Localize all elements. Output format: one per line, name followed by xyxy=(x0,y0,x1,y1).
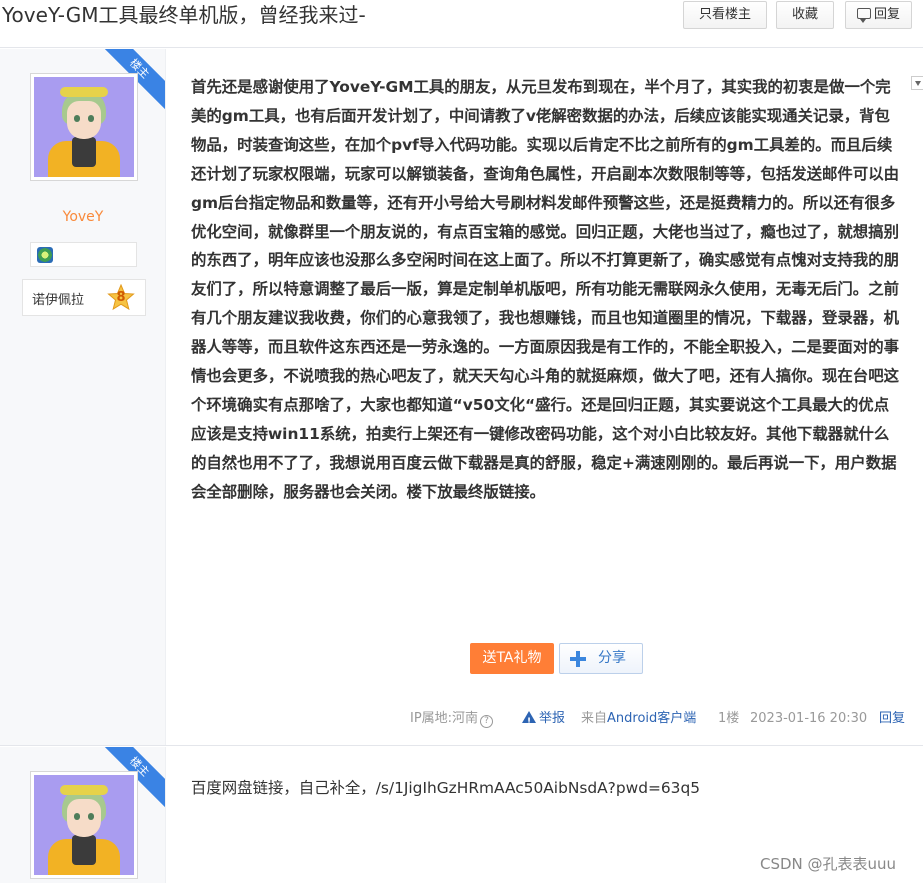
avatar[interactable] xyxy=(30,73,138,181)
post-source: 来自Android客户端 xyxy=(581,711,697,726)
rank-label: 诺伊佩拉 xyxy=(32,293,85,308)
report-link[interactable]: 举报 xyxy=(522,709,565,732)
comment-icon xyxy=(856,8,871,23)
author-panel: 楼主 xyxy=(0,747,166,883)
reply-button[interactable]: 回复 xyxy=(845,1,912,29)
thread-title: YoveY-GM工具最终单机版，曾经我来过- xyxy=(2,3,366,27)
share-plus-icon xyxy=(570,651,586,667)
post-floor-1: 楼主 YoveY 诺伊佩拉 8 首先还是感谢使用了YoveY-GM工具的朋友，从… xyxy=(0,49,923,746)
only-author-button[interactable]: 只看楼主 xyxy=(683,1,767,29)
post-timestamp: 2023-01-16 20:30 xyxy=(750,711,868,726)
forum-rank[interactable]: 诺伊佩拉 8 xyxy=(22,279,146,316)
post-reply-link[interactable]: 回复 xyxy=(879,709,905,729)
badge-box xyxy=(30,242,137,267)
username[interactable]: YoveY xyxy=(0,209,165,225)
post-content: 首先还是感谢使用了YoveY-GM工具的朋友，从元旦发布到现在，半个月了，其实我… xyxy=(166,49,923,745)
rank-level: 8 xyxy=(116,290,126,305)
csdn-watermark: CSDN @孔表表uuu xyxy=(760,855,897,873)
avatar-image xyxy=(34,77,134,177)
warning-icon xyxy=(522,711,536,732)
post-meta: IP属地:河南? 举报 来自Android客户端 1楼 2023-01-16 2… xyxy=(166,709,911,732)
post-body: 首先还是感谢使用了YoveY-GM工具的朋友，从元旦发布到现在，半个月了，其实我… xyxy=(191,78,899,501)
source-client-link[interactable]: Android客户端 xyxy=(607,711,696,726)
post-menu-arrow-icon[interactable] xyxy=(911,76,923,90)
share-label: 分享 xyxy=(598,650,626,666)
gem-badge-icon[interactable] xyxy=(37,247,53,263)
avatar-image xyxy=(34,775,134,875)
author-panel: 楼主 YoveY 诺伊佩拉 8 xyxy=(0,49,166,745)
send-gift-button[interactable]: 送TA礼物 xyxy=(470,643,554,674)
post-body: 百度网盘链接，自己补全，/s/1JigIhGzHRmAAc50AibNsdA?p… xyxy=(191,779,701,797)
help-icon[interactable]: ? xyxy=(480,715,494,728)
ip-location: IP属地:河南? xyxy=(410,709,494,729)
reply-button-label: 回复 xyxy=(873,7,900,22)
share-button[interactable]: 分享 xyxy=(559,643,643,674)
floor-number: 1楼 xyxy=(718,711,740,726)
thread-header: YoveY-GM工具最终单机版，曾经我来过- 只看楼主 收藏 回复 xyxy=(0,0,923,48)
avatar[interactable] xyxy=(30,771,138,879)
favorite-button[interactable]: 收藏 xyxy=(776,1,834,29)
